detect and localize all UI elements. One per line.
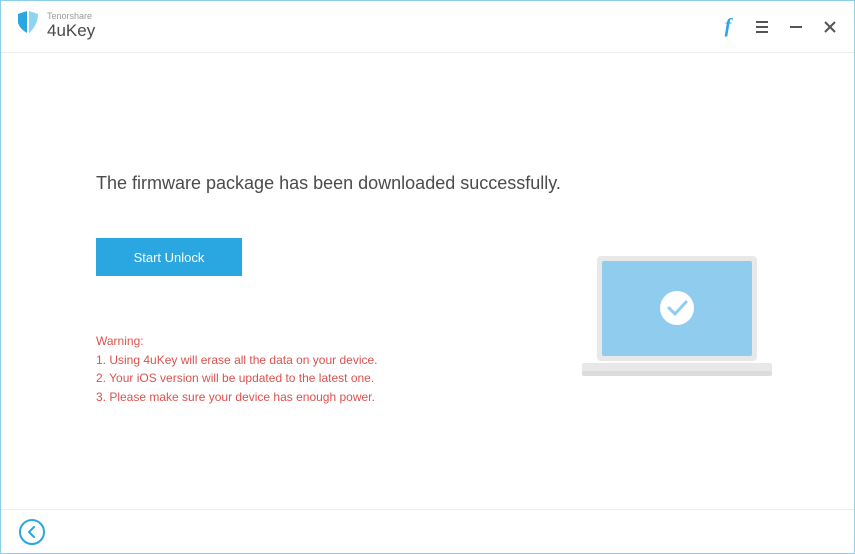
shield-logo-icon	[17, 11, 39, 42]
facebook-icon[interactable]: f	[720, 19, 736, 35]
minimize-icon[interactable]	[788, 19, 804, 35]
back-button[interactable]	[19, 519, 45, 545]
status-headline: The firmware package has been downloaded…	[96, 173, 759, 194]
bottombar	[1, 509, 854, 553]
app-window: Tenorshare 4uKey f	[0, 0, 855, 554]
titlebar-controls: f	[720, 19, 838, 35]
product-name: 4uKey	[47, 22, 95, 41]
close-icon[interactable]	[822, 19, 838, 35]
start-unlock-button[interactable]: Start Unlock	[96, 238, 242, 276]
main-content: The firmware package has been downloaded…	[1, 53, 854, 509]
chevron-left-icon	[26, 526, 38, 538]
titlebar: Tenorshare 4uKey f	[1, 1, 854, 53]
logo-text: Tenorshare 4uKey	[47, 12, 95, 41]
app-logo: Tenorshare 4uKey	[17, 11, 95, 42]
menu-icon[interactable]	[754, 19, 770, 35]
laptop-illustration	[572, 251, 782, 396]
